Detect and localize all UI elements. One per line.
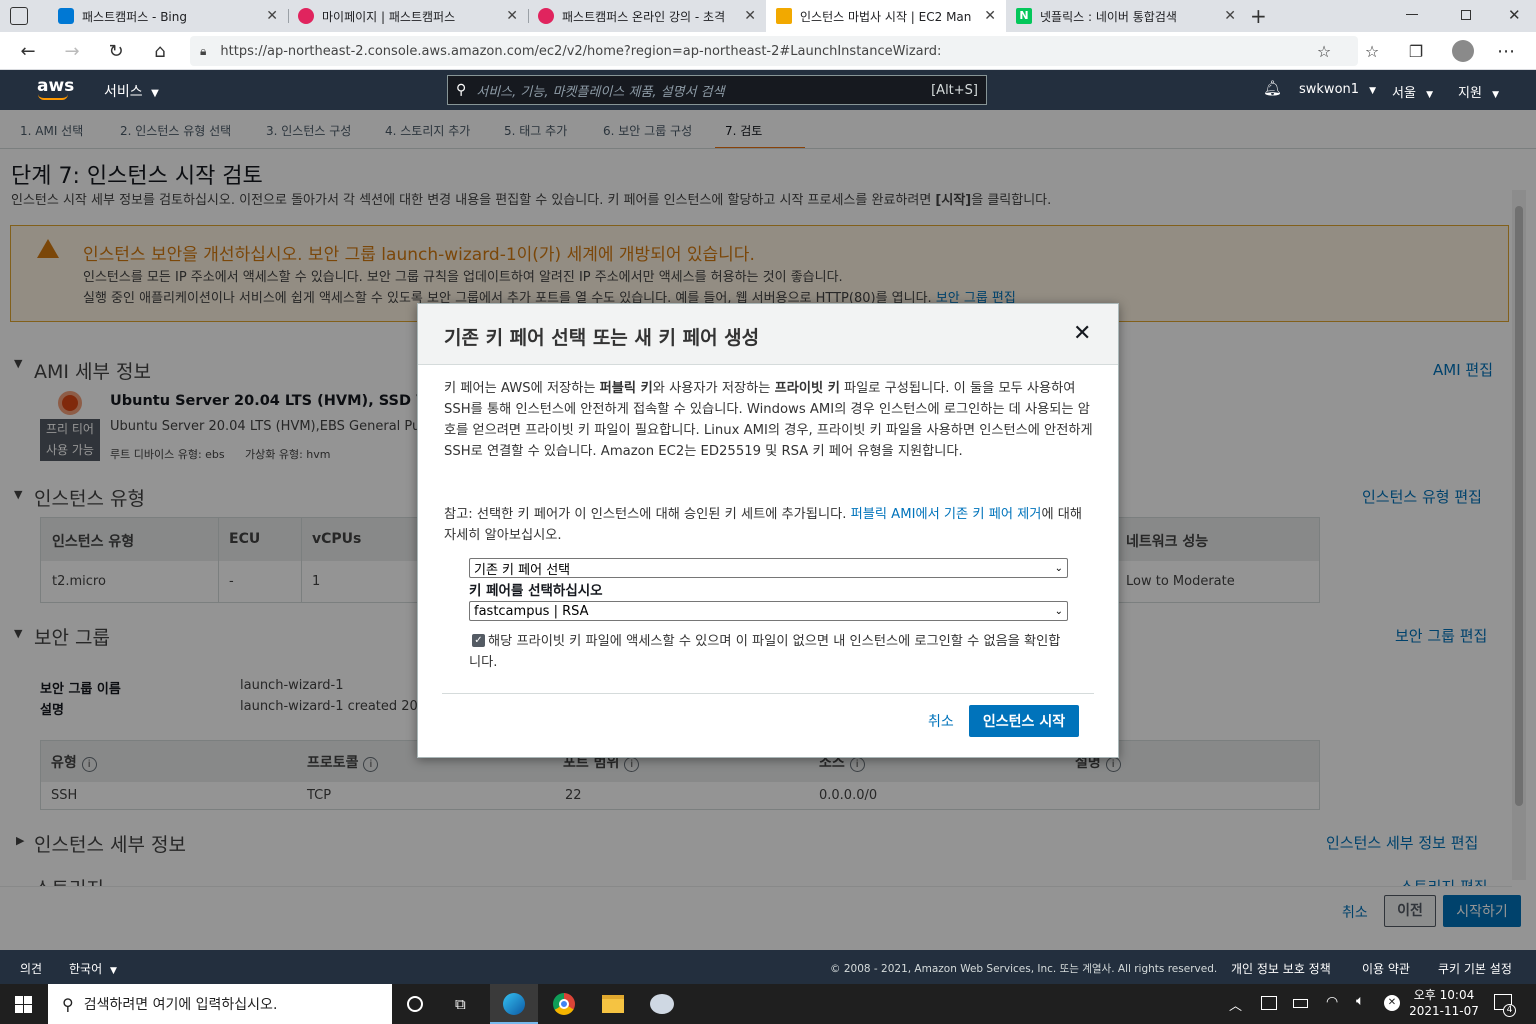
- remove-key-pair-link[interactable]: 퍼블릭 AMI에서 기존 키 페어 제거: [851, 507, 1042, 522]
- close-tab-icon[interactable]: ✕: [1224, 8, 1236, 24]
- taskbar-search-input[interactable]: ⚲ 검색하려면 여기에 입력하십시오.: [48, 984, 392, 1024]
- modal-note-text: 참고: 선택한 키 페어가 이 인스턴스에 대해 승인된 키 세트에 추가됩니다…: [444, 507, 1083, 543]
- tab-actions-icon[interactable]: [10, 7, 28, 25]
- windows-start-icon[interactable]: [15, 996, 32, 1013]
- modal-intro-text: 키 페어는 AWS에 저장하는 퍼블릭 키와 사용자가 저장하는 프라이빗 키 …: [444, 381, 1093, 459]
- search-icon: ⚲: [62, 994, 74, 1014]
- caret-down-icon: ▼: [1369, 86, 1377, 96]
- caret-down-icon: ▼: [151, 88, 159, 99]
- lock-icon[interactable]: 🔒︎: [200, 44, 206, 59]
- app-taskbar-icon[interactable]: [650, 994, 674, 1014]
- close-icon[interactable]: ✕: [1073, 321, 1091, 346]
- new-tab-icon[interactable]: +: [1250, 4, 1267, 28]
- aws-logo-smile: [38, 94, 68, 100]
- terms-link[interactable]: 이용 약관: [1362, 960, 1410, 977]
- close-window-icon[interactable]: ✕: [1508, 6, 1521, 24]
- naver-icon: N: [1016, 8, 1032, 24]
- privacy-link[interactable]: 개인 정보 보호 정책: [1231, 960, 1331, 977]
- caret-down-icon: ▼: [109, 966, 117, 976]
- tray-app-icon[interactable]: [1261, 996, 1277, 1010]
- back-icon[interactable]: ←: [12, 32, 44, 70]
- key-pair-modal: 기존 키 페어 선택 또는 새 키 페어 생성 ✕ 키 페어는 AWS에 저장하…: [417, 303, 1119, 758]
- more-menu-icon[interactable]: ⋯: [1490, 32, 1522, 70]
- modal-cancel-link[interactable]: 취소: [928, 711, 954, 731]
- file-explorer-icon[interactable]: [602, 995, 624, 1013]
- edge-taskbar-icon[interactable]: [490, 984, 538, 1024]
- restore-icon[interactable]: [1461, 10, 1471, 20]
- launch-instance-button[interactable]: 인스턴스 시작: [969, 705, 1079, 737]
- url-field[interactable]: 🔒︎ https://ap-northeast-2.console.aws.am…: [190, 36, 1358, 66]
- key-pair-option-select[interactable]: 기존 키 페어 선택 ⌄: [469, 558, 1068, 578]
- bell-icon[interactable]: 🔔︎: [1263, 79, 1282, 97]
- forward-icon[interactable]: →: [56, 32, 88, 70]
- key-pair-select[interactable]: fastcampus | RSA ⌄: [469, 601, 1068, 621]
- caret-down-icon: ▼: [1426, 90, 1433, 100]
- region-menu[interactable]: 서울 ▼: [1392, 82, 1433, 101]
- browser-tab-ec2[interactable]: 인스턴스 마법사 시작 | EC2 Man ✕: [766, 0, 1006, 32]
- close-tab-icon[interactable]: ✕: [266, 8, 278, 24]
- clock[interactable]: 오후 10:04 2021-11-07: [1404, 987, 1484, 1019]
- home-icon[interactable]: ⌂: [144, 32, 176, 70]
- close-tab-icon[interactable]: ✕: [744, 8, 756, 24]
- chrome-taskbar-icon[interactable]: [553, 993, 575, 1015]
- browser-tab-fastcampus[interactable]: 패스트캠퍼스 온라인 강의 - 초격 ✕: [528, 0, 766, 32]
- chevron-down-icon: ⌄: [1054, 562, 1063, 574]
- fastcampus-icon: [538, 8, 554, 24]
- profile-avatar[interactable]: [1452, 40, 1474, 62]
- aws-box-icon: [776, 8, 792, 24]
- aws-top-nav: aws 서비스 ▼ ⚲ 서비스, 기능, 마켓플레이스 제품, 설명서 검색 […: [0, 70, 1536, 110]
- volume-icon[interactable]: 🔈︎: [1356, 993, 1364, 1009]
- favorite-add-icon[interactable]: ☆: [1308, 32, 1340, 70]
- windows-taskbar: ⚲ 검색하려면 여기에 입력하십시오. ⧉ ︿ ◠ 🔈︎ ✕ 오후 10:04 …: [0, 984, 1536, 1024]
- feedback-link[interactable]: 의견: [20, 960, 42, 977]
- fastcampus-icon: [298, 8, 314, 24]
- user-menu[interactable]: swkwon1 ▼: [1299, 82, 1376, 97]
- key-pair-select-label: 키 페어를 선택하십시오: [469, 583, 603, 599]
- services-menu[interactable]: 서비스 ▼: [104, 81, 159, 101]
- close-tab-icon[interactable]: ✕: [984, 8, 996, 24]
- copyright-text: © 2008 - 2021, Amazon Web Services, Inc.…: [830, 963, 1218, 975]
- task-view-icon[interactable]: ⧉: [455, 995, 466, 1013]
- notification-count-badge: 4: [1503, 1004, 1516, 1017]
- browser-tab-bar: 패스트캠퍼스 - Bing ✕ 마이페이지 | 패스트캠퍼스 ✕ 패스트캠퍼스 …: [0, 0, 1536, 32]
- browser-tab-naver[interactable]: N 넷플릭스 : 네이버 통합검색 ✕: [1006, 0, 1246, 32]
- browser-tab-bing[interactable]: 패스트캠퍼스 - Bing ✕: [48, 0, 288, 32]
- modal-title: 기존 키 페어 선택 또는 새 키 페어 생성: [444, 327, 760, 349]
- aws-search-input[interactable]: ⚲ 서비스, 기능, 마켓플레이스 제품, 설명서 검색 [Alt+S]: [447, 75, 987, 105]
- bing-icon: [58, 8, 74, 24]
- browser-tab-mypage[interactable]: 마이페이지 | 패스트캠퍼스 ✕: [288, 0, 528, 32]
- aws-logo[interactable]: aws: [37, 76, 74, 96]
- cortana-icon[interactable]: [407, 996, 423, 1012]
- wifi-icon[interactable]: ◠: [1326, 994, 1338, 1010]
- close-tab-icon[interactable]: ✕: [506, 8, 518, 24]
- favorites-icon[interactable]: ☆: [1356, 32, 1388, 70]
- address-toolbar: ← → ↻ ⌂ 🔒︎ https://ap-northeast-2.consol…: [0, 32, 1536, 70]
- collections-icon[interactable]: ❐: [1400, 32, 1432, 70]
- chevron-down-icon: ⌄: [1054, 605, 1063, 617]
- battery-icon[interactable]: [1293, 999, 1308, 1008]
- mute-icon[interactable]: ✕: [1384, 995, 1400, 1011]
- support-menu[interactable]: 지원 ▼: [1458, 82, 1499, 101]
- url-text: https://ap-northeast-2.console.aws.amazo…: [220, 43, 942, 59]
- cookies-link[interactable]: 쿠키 기본 설정: [1438, 960, 1512, 977]
- language-menu[interactable]: 한국어 ▼: [69, 960, 117, 977]
- acknowledge-text: 해당 프라이빗 키 파일에 액세스할 수 있으며 이 파일이 없으면 내 인스턴…: [469, 634, 1061, 670]
- tray-chevron-icon[interactable]: ︿: [1229, 995, 1242, 1014]
- minimize-icon[interactable]: [1406, 14, 1418, 15]
- modal-header: 기존 키 페어 선택 또는 새 키 페어 생성 ✕: [418, 304, 1118, 365]
- caret-down-icon: ▼: [1492, 90, 1499, 100]
- search-icon: ⚲: [456, 82, 467, 98]
- refresh-icon[interactable]: ↻: [100, 32, 132, 70]
- aws-footer: 의견 한국어 ▼ © 2008 - 2021, Amazon Web Servi…: [0, 950, 1536, 984]
